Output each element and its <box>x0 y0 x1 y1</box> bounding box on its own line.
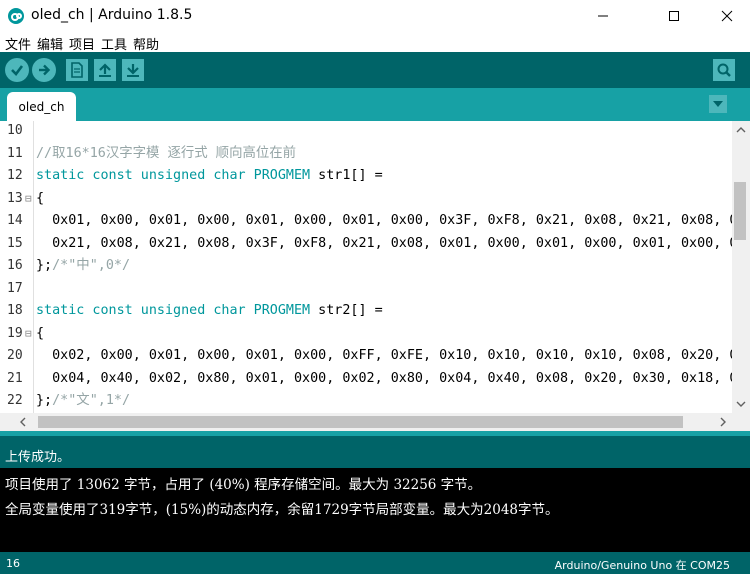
line-number: 22 <box>7 393 23 408</box>
open-button[interactable] <box>94 59 116 81</box>
line-number: 11 <box>7 145 23 161</box>
code-text: 0x01, 0x00, 0x01, 0x00, 0x01, 0x00, 0x01… <box>36 210 732 232</box>
line-number: 14 <box>7 213 23 228</box>
close-button[interactable] <box>704 0 750 32</box>
code-text: { <box>36 323 44 345</box>
code-text: 0x21, 0x08, 0x21, 0x08, 0x3F, 0xF8, 0x21… <box>36 233 732 255</box>
vertical-scrollbar[interactable] <box>732 121 750 413</box>
new-icon <box>71 62 83 78</box>
scroll-up-icon[interactable] <box>732 121 750 139</box>
code-line[interactable]: 21 0x04, 0x40, 0x02, 0x80, 0x01, 0x00, 0… <box>0 368 732 390</box>
code-token: 0x02, 0x00, 0x01, 0x00, 0x01, 0x00, 0xFF… <box>52 348 732 363</box>
code-text: static const unsigned char PROGMEM str1[… <box>36 165 383 187</box>
menu-sketch[interactable]: 项目 <box>69 34 95 53</box>
line-number: 18 <box>7 303 23 318</box>
code-line[interactable]: 11 //取16*16汉字字模 逐行式 顺向高位在前 <box>0 143 732 165</box>
horizontal-scroll-thumb[interactable] <box>38 416 683 428</box>
toolbar <box>0 52 750 88</box>
status-bar <box>0 436 750 468</box>
code-text: static const unsigned char PROGMEM str2[… <box>36 300 383 322</box>
minimize-icon <box>598 15 608 17</box>
code-text: 0x04, 0x40, 0x02, 0x80, 0x01, 0x00, 0x02… <box>36 368 732 390</box>
menu-tools[interactable]: 工具 <box>101 34 127 53</box>
code-line[interactable]: 12 static const unsigned char PROGMEM str… <box>0 165 732 187</box>
serial-monitor-button[interactable] <box>713 59 735 81</box>
chevron-down-icon <box>713 101 723 107</box>
arduino-logo-icon <box>8 8 24 24</box>
tab-menu-button[interactable] <box>709 95 727 113</box>
code-line[interactable]: 15 0x21, 0x08, 0x21, 0x08, 0x3F, 0xF8, 0… <box>0 233 732 255</box>
code-line[interactable]: 19 ⊟{ <box>0 323 732 345</box>
code-line[interactable]: 16};/*"中",0*/ <box>0 255 732 277</box>
board-port-info: Arduino/Genuino Uno 在 COM25 <box>554 559 730 572</box>
new-button[interactable] <box>66 59 88 81</box>
code-token: static const unsigned char PROGMEM <box>36 168 311 183</box>
console-line: 全局变量使用了319字节，(15%)的动态内存，余留1729字节局部变量。最大为… <box>5 502 559 518</box>
menu-bar: 文件 编辑 项目 工具 帮助 <box>0 32 750 53</box>
code-line[interactable]: 10 <box>0 121 732 142</box>
upload-button[interactable] <box>32 58 56 82</box>
code-text: 0x02, 0x00, 0x01, 0x00, 0x01, 0x00, 0xFF… <box>36 345 732 367</box>
maximize-icon <box>669 11 679 21</box>
code-token: 0x21, 0x08, 0x21, 0x08, 0x3F, 0xF8, 0x21… <box>52 235 732 251</box>
code-token: /*"中",0*/ <box>52 258 131 273</box>
menu-edit[interactable]: 编辑 <box>37 34 63 53</box>
maximize-button[interactable] <box>651 0 697 32</box>
serial-monitor-icon <box>717 63 731 77</box>
code-line[interactable]: 17 <box>0 278 732 300</box>
code-editor[interactable]: 10 11 //取16*16汉字字模 逐行式 顺向高位在前 12 static cons… <box>0 121 732 413</box>
title-bar: oled_ch | Arduino 1.8.5 <box>0 0 750 32</box>
code-line[interactable]: 18 static const unsigned char PROGMEM str… <box>0 300 732 322</box>
code-text: { <box>36 188 44 210</box>
verify-icon <box>11 65 24 76</box>
code-token: 0x04, 0x40, 0x02, 0x80, 0x01, 0x00, 0x02… <box>52 370 732 386</box>
status-message: 上传成功。 <box>5 450 71 465</box>
console-line: 项目使用了 13062 字节，占用了 (40%) 程序存储空间。最大为 3225… <box>5 477 482 493</box>
code-token: { <box>36 325 45 341</box>
code-line[interactable]: 22};/*"文",1*/ <box>0 390 732 412</box>
save-button[interactable] <box>122 59 144 81</box>
scroll-left-icon[interactable] <box>14 413 32 431</box>
code-token: //取16*16汉字字模 逐行式 顺向高位在前 <box>36 145 297 161</box>
scroll-down-icon[interactable] <box>732 395 750 413</box>
line-number: 20 <box>7 348 23 363</box>
tab-bar: oled_ch <box>0 88 750 121</box>
upload-icon <box>39 64 51 76</box>
close-icon <box>721 10 733 22</box>
menu-file[interactable]: 文件 <box>5 34 31 53</box>
code-token: }; <box>36 258 53 273</box>
console-output: 项目使用了 13062 字节，占用了 (40%) 程序存储空间。最大为 3225… <box>0 468 750 552</box>
code-line[interactable]: 14 0x01, 0x00, 0x01, 0x00, 0x01, 0x00, 0… <box>0 210 732 232</box>
scroll-right-icon[interactable] <box>714 413 732 431</box>
line-number: 17 <box>7 280 23 296</box>
save-icon <box>127 64 139 77</box>
open-icon <box>99 63 111 77</box>
code-line[interactable]: 20 0x02, 0x00, 0x01, 0x00, 0x01, 0x00, 0… <box>0 345 732 367</box>
menu-help[interactable]: 帮助 <box>133 34 159 53</box>
tab-oled-ch[interactable]: oled_ch <box>7 92 76 121</box>
code-token: str1[] = <box>310 168 383 183</box>
minimize-button[interactable] <box>580 0 626 32</box>
code-token: { <box>36 190 45 206</box>
code-line[interactable]: 13 ⊟{ <box>0 188 732 210</box>
code-token: }; <box>36 393 53 408</box>
line-number: 12 <box>7 168 23 183</box>
line-number: 15 <box>7 235 23 251</box>
code-text: //取16*16汉字字模 逐行式 顺向高位在前 <box>36 143 296 165</box>
fold-toggle-icon[interactable]: ⊟ <box>25 323 32 345</box>
code-token: 0x01, 0x00, 0x01, 0x00, 0x01, 0x00, 0x01… <box>52 213 732 228</box>
code-token: static const unsigned char PROGMEM <box>36 303 311 318</box>
cursor-line-number: 16 <box>6 557 20 570</box>
code-token: /*"文",1*/ <box>52 393 131 408</box>
code-text: };/*"文",1*/ <box>36 390 130 412</box>
window-title: oled_ch | Arduino 1.8.5 <box>31 7 193 23</box>
code-text: };/*"中",0*/ <box>36 255 130 277</box>
fold-toggle-icon[interactable]: ⊟ <box>25 188 32 210</box>
verify-button[interactable] <box>5 58 29 82</box>
line-number: 21 <box>7 370 23 386</box>
vertical-scroll-thumb[interactable] <box>734 182 746 240</box>
line-number: 10 <box>7 123 23 138</box>
code-token: str2[] = <box>310 303 383 318</box>
line-number: 16 <box>7 258 23 273</box>
